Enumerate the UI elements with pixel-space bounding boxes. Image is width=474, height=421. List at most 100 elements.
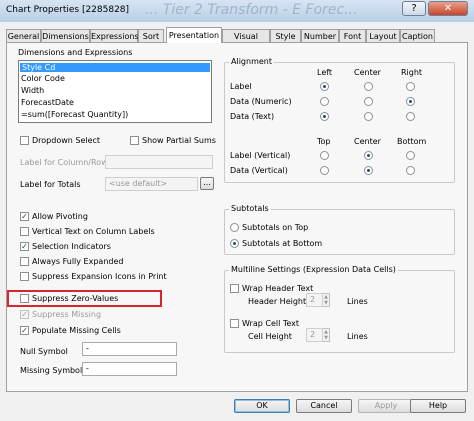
tab-presentation[interactable]: Presentation — [166, 27, 222, 43]
header-height-spinner[interactable]: ▲ ▼ — [323, 293, 330, 307]
help-button[interactable]: Help — [410, 399, 466, 413]
show-partial-sums-checkbox[interactable] — [130, 136, 139, 145]
datav-top-radio[interactable] — [320, 166, 329, 175]
suppress-expansion-label: Suppress Expansion Icons in Print — [32, 272, 167, 281]
col-left: Left — [317, 68, 333, 77]
suppress-expansion-checkbox[interactable] — [20, 272, 29, 281]
wrap-header-checkbox[interactable] — [230, 284, 239, 293]
alignment-group — [224, 62, 455, 183]
tab-font[interactable]: Font — [339, 29, 366, 42]
vertical-text-label: Vertical Text on Column Labels — [32, 227, 155, 236]
col-center: Center — [354, 68, 381, 77]
list-item[interactable]: Width — [21, 86, 44, 95]
always-expanded-label: Always Fully Expanded — [32, 257, 124, 266]
dropdown-select-label: Dropdown Select — [32, 136, 101, 145]
ok-button[interactable]: OK — [234, 399, 290, 413]
cancel-button[interactable]: Cancel — [296, 399, 352, 413]
text-left-radio[interactable] — [320, 112, 329, 121]
numeric-center-radio[interactable] — [364, 97, 373, 106]
cell-height-label: Cell Height — [248, 332, 292, 341]
datav-bottom-radio[interactable] — [406, 166, 415, 175]
suppress-missing-label: Suppress Missing — [32, 310, 102, 319]
row-label: Label — [230, 82, 252, 91]
wrap-cell-label: Wrap Cell Text — [242, 319, 300, 328]
label-center-radio[interactable] — [364, 82, 373, 91]
multiline-title: Multiline Settings (Expression Data Cell… — [229, 265, 398, 274]
selection-indicators-checkbox[interactable]: ✓ — [20, 242, 29, 251]
always-expanded-checkbox[interactable] — [20, 257, 29, 266]
vertical-text-checkbox[interactable] — [20, 227, 29, 236]
suppress-missing-checkbox[interactable]: ✓ — [20, 310, 29, 319]
text-center-radio[interactable] — [364, 112, 373, 121]
populate-missing-label: Populate Missing Cells — [32, 326, 121, 335]
label-col-row-label: Label for Column/Row — [20, 158, 108, 167]
subtotals-title: Subtotals — [229, 204, 271, 213]
wrap-cell-checkbox[interactable] — [230, 319, 239, 328]
subtotals-top-radio[interactable] — [230, 223, 239, 232]
tab-sort[interactable]: Sort — [138, 29, 164, 42]
ellipsis-button[interactable]: ... — [200, 177, 214, 190]
null-symbol-input[interactable]: - — [82, 342, 177, 356]
label-left-radio[interactable] — [320, 82, 329, 91]
tab-layout[interactable]: Layout — [366, 29, 400, 42]
help-titlebar-button[interactable]: ? — [402, 1, 426, 16]
dropdown-select-checkbox[interactable] — [20, 136, 29, 145]
subtotals-bottom-radio[interactable] — [230, 239, 239, 248]
datav-center-radio[interactable] — [364, 166, 373, 175]
close-icon[interactable]: ✕ — [428, 1, 468, 16]
dims-title: Dimensions and Expressions — [18, 48, 133, 57]
allow-pivoting-checkbox[interactable]: ✓ — [20, 212, 29, 221]
header-height-input[interactable]: 2 — [306, 293, 323, 307]
missing-symbol-label: Missing Symbol — [20, 366, 83, 375]
tab-visual-cues[interactable]: Visual Cues — [222, 29, 270, 54]
label-totals-label: Label for Totals — [20, 180, 81, 189]
background-window-title: ... Tier 2 Transform - E Forec... — [145, 2, 358, 18]
subtotals-top-label: Subtotals on Top — [242, 223, 309, 232]
suppress-zero-checkbox[interactable] — [20, 294, 29, 303]
alignment-title: Alignment — [229, 57, 274, 66]
null-symbol-label: Null Symbol — [20, 347, 68, 356]
row-data-vertical: Data (Vertical) — [230, 166, 288, 175]
labelv-center-radio[interactable] — [364, 151, 373, 160]
tab-general[interactable]: General — [6, 29, 41, 42]
row-data-text: Data (Text) — [230, 112, 275, 121]
labelv-bottom-radio[interactable] — [406, 151, 415, 160]
missing-symbol-input[interactable]: - — [82, 362, 177, 376]
selection-indicators-label: Selection Indicators — [32, 242, 111, 251]
title-bar: Chart Properties [2285828] ... Tier 2 Tr… — [0, 0, 474, 23]
cell-height-spinner[interactable]: ▲ ▼ — [323, 328, 330, 342]
apply-button[interactable]: Apply — [358, 399, 414, 413]
tab-expressions[interactable]: Expressions — [90, 29, 139, 42]
row-label-vertical: Label (Vertical) — [230, 151, 291, 160]
text-right-radio[interactable] — [406, 112, 415, 121]
subtotals-bottom-label: Subtotals at Bottom — [242, 239, 323, 248]
label-right-radio[interactable] — [406, 82, 415, 91]
tab-caption[interactable]: Caption — [400, 29, 435, 42]
list-item[interactable]: ForecastDate — [21, 98, 74, 107]
list-item[interactable]: =sum([Forecast Quantity]) — [21, 110, 128, 119]
cell-lines-label: Lines — [347, 332, 368, 341]
numeric-left-radio[interactable] — [320, 97, 329, 106]
tab-dimensions[interactable]: Dimensions — [41, 29, 90, 42]
header-height-label: Header Height — [248, 297, 307, 306]
labelv-top-radio[interactable] — [320, 151, 329, 160]
subtotals-group — [224, 209, 455, 255]
tab-number[interactable]: Number — [301, 29, 339, 42]
dims-listbox[interactable]: Style Cd Color Code Width ForecastDate =… — [18, 60, 212, 123]
list-item[interactable]: Style Cd — [20, 63, 210, 72]
tab-style[interactable]: Style — [270, 29, 301, 42]
numeric-right-radio[interactable] — [406, 97, 415, 106]
label-col-row-input[interactable] — [105, 155, 213, 169]
allow-pivoting-label: Allow Pivoting — [32, 212, 88, 221]
suppress-zero-label: Suppress Zero-Values — [32, 294, 119, 303]
populate-missing-checkbox[interactable]: ✓ — [20, 326, 29, 335]
window-title: Chart Properties [2285828] — [6, 5, 130, 15]
col-bottom: Bottom — [397, 137, 427, 146]
row-data-numeric: Data (Numeric) — [230, 97, 292, 106]
wrap-header-label: Wrap Header Text — [242, 284, 314, 293]
show-partial-sums-label: Show Partial Sums — [142, 136, 216, 145]
col-right: Right — [401, 68, 423, 77]
cell-height-input[interactable]: 2 — [306, 328, 323, 342]
list-item[interactable]: Color Code — [21, 74, 65, 83]
label-totals-input[interactable]: <use default> — [105, 177, 198, 191]
